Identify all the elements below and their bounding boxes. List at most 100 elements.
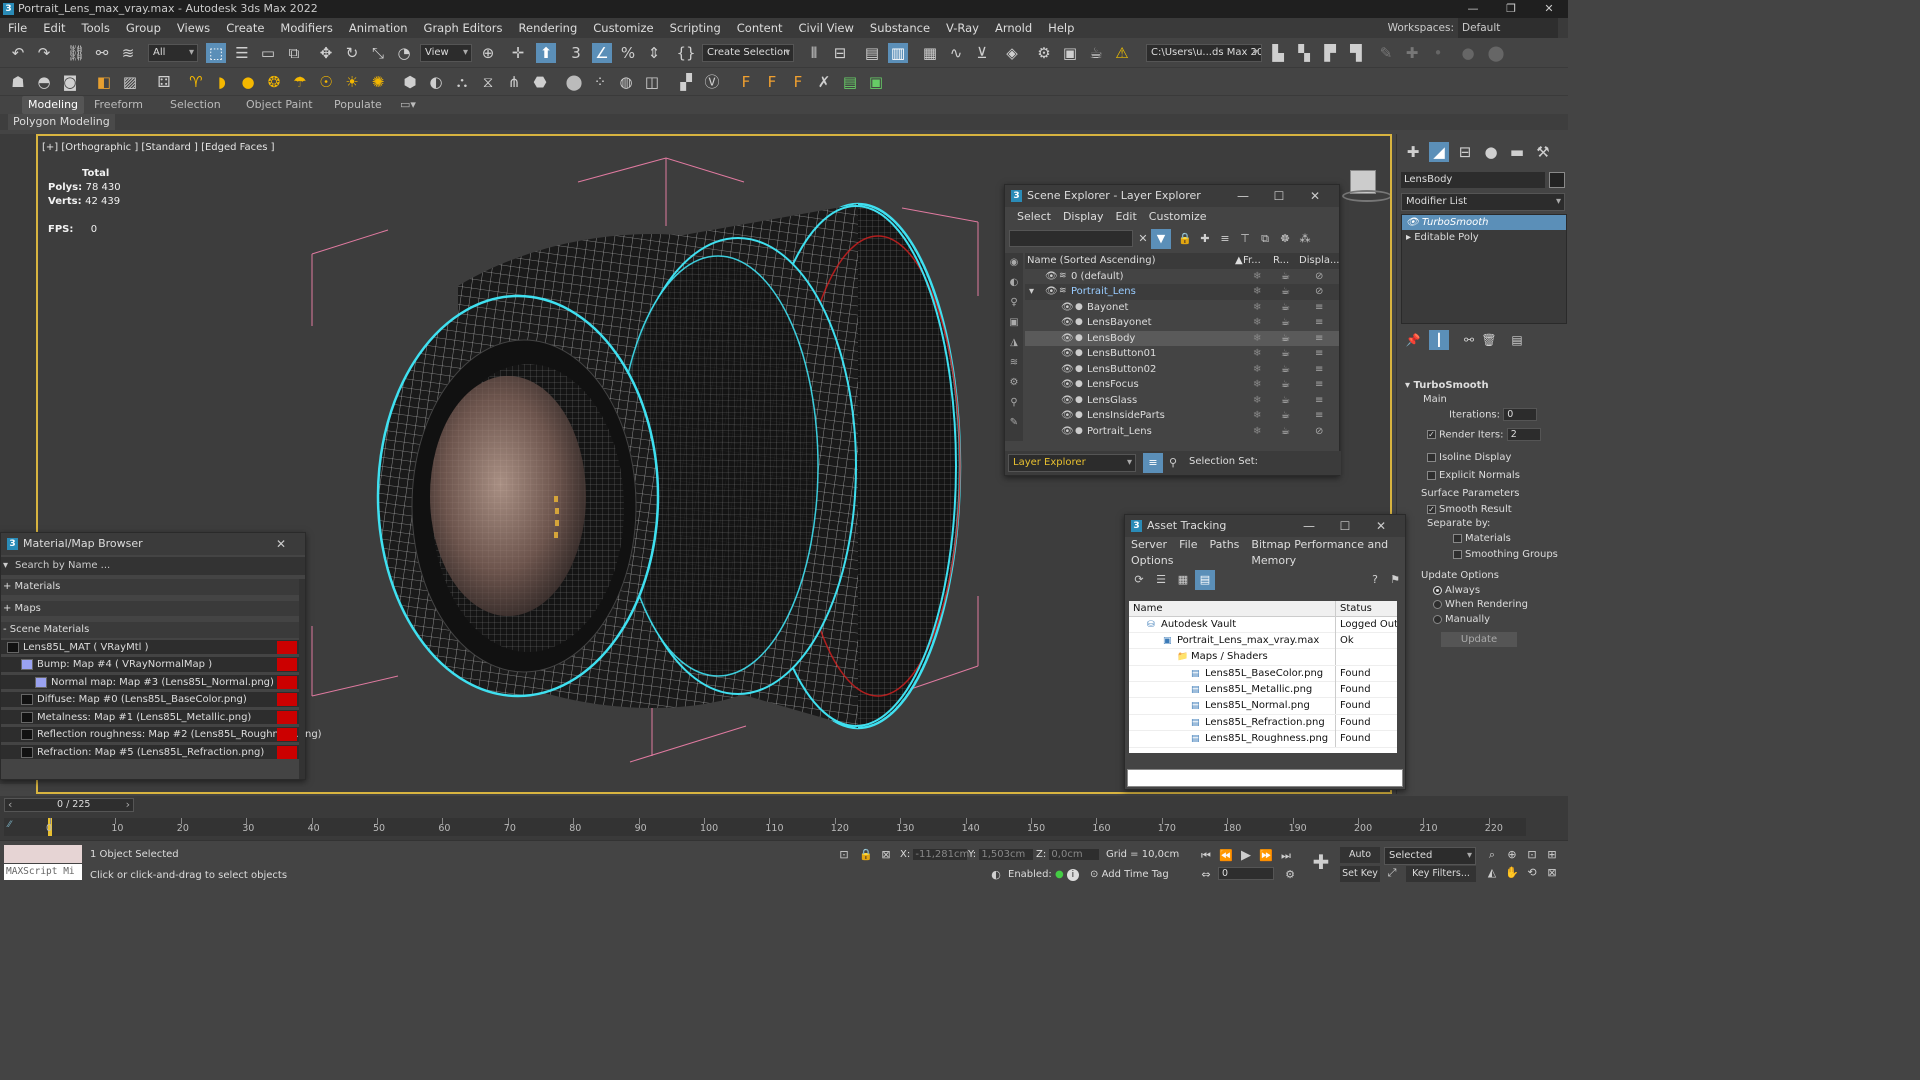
freeze-icon[interactable]: ❄ xyxy=(1253,331,1261,347)
arnold-alembic-icon[interactable]: ⛬ xyxy=(452,72,472,92)
render-teapot-icon[interactable]: ☕ xyxy=(1281,424,1290,440)
scene-explorer-search[interactable] xyxy=(1009,230,1133,247)
asset-row[interactable]: ▤ Lens85L_Normal.png Found xyxy=(1129,698,1397,715)
menu-edit[interactable]: Edit xyxy=(35,18,73,38)
display-tab-icon[interactable]: ▬ xyxy=(1507,142,1527,162)
utilities-tab-icon[interactable]: ⚒ xyxy=(1533,142,1553,162)
polygon-modeling-label[interactable]: Polygon Modeling xyxy=(8,114,115,130)
visibility-eye-icon[interactable]: 👁 xyxy=(1061,300,1074,316)
scene-explorer-titlebar[interactable]: 3 Scene Explorer - Layer Explorer — ☐ ✕ xyxy=(1005,185,1339,207)
manually-radio[interactable] xyxy=(1433,614,1442,624)
layers-icon[interactable]: ⧉ xyxy=(1255,229,1275,249)
set-key-button[interactable]: Set Key xyxy=(1340,866,1380,882)
asset-row[interactable]: ▤ Lens85L_Metallic.png Found xyxy=(1129,682,1397,699)
asset-row[interactable]: ▤ Lens85L_BaseColor.png Found xyxy=(1129,665,1397,683)
clear-search-icon[interactable]: ✕ xyxy=(1133,229,1153,249)
filter-icon[interactable]: ▼ xyxy=(1151,229,1171,249)
freeze-icon[interactable]: ❄ xyxy=(1253,269,1261,285)
menu-scripting[interactable]: Scripting xyxy=(662,18,729,38)
goto-end-icon[interactable]: ⏭ xyxy=(1276,846,1296,866)
arnold-shape-icon[interactable]: ⬢ xyxy=(400,72,420,92)
render-iters-spinner[interactable]: 2 xyxy=(1506,428,1541,441)
circle-large-icon[interactable]: ⬤ xyxy=(1486,43,1506,63)
material-tree-item[interactable]: Metalness: Map #1 (Lens85L_Metallic.png) xyxy=(1,709,301,725)
freeze-icon[interactable]: ❄ xyxy=(1253,300,1261,316)
display-layers-icon[interactable]: ≡ xyxy=(1315,408,1323,424)
visibility-eye-icon[interactable]: 👁 xyxy=(1061,346,1074,362)
render-teapot-icon[interactable]: ☕ xyxy=(1281,315,1290,331)
window-crossing-icon[interactable]: ⧉ xyxy=(284,43,304,63)
zoom-extents-all-icon[interactable]: ⊞ xyxy=(1542,845,1562,865)
display-layers-icon[interactable]: ⊘ xyxy=(1315,284,1323,300)
arnold-sky-icon[interactable]: ✺ xyxy=(368,72,388,92)
prev-key-icon[interactable]: ⏪ xyxy=(1216,846,1236,866)
menu-tools[interactable]: Tools xyxy=(74,18,118,38)
configure-modifier-sets-icon[interactable]: ▤ xyxy=(1507,330,1527,350)
object-color-swatch[interactable] xyxy=(1549,172,1565,188)
stack-item-editable-poly[interactable]: ▸ Editable Poly xyxy=(1402,230,1566,245)
display-layers-icon[interactable]: ≡ xyxy=(1315,377,1323,393)
layer-row[interactable]: 👁 ● Portrait_Lens ❄ ☕ ⊘ xyxy=(1025,424,1339,440)
tab-modeling[interactable]: Modeling xyxy=(22,96,85,114)
update-button[interactable]: Update xyxy=(1441,632,1517,647)
add-layer-icon[interactable]: ✚ xyxy=(1195,229,1215,249)
key-tangent-icon[interactable]: ⤢ xyxy=(1382,863,1402,883)
snap-toggle-icon[interactable]: 3 xyxy=(566,43,586,63)
se-menu-edit[interactable]: Edit xyxy=(1109,207,1142,227)
section-maps[interactable]: + Maps xyxy=(1,600,301,616)
orbit-icon[interactable]: ⟲ xyxy=(1522,863,1542,883)
menu-animation[interactable]: Animation xyxy=(341,18,416,38)
col-render[interactable]: R... xyxy=(1273,253,1289,269)
isolate-selection-icon[interactable]: ⊡ xyxy=(834,845,854,865)
menu-help[interactable]: Help xyxy=(1040,18,1082,38)
circle-icon[interactable]: ● xyxy=(1458,43,1478,63)
visibility-eye-icon[interactable]: 👁 xyxy=(1061,393,1074,409)
asset-row[interactable]: ▣ Portrait_Lens_max_vray.max Ok xyxy=(1129,632,1397,650)
key-filters-button[interactable]: Key Filters... xyxy=(1406,866,1476,882)
asset-row[interactable]: ▤ Lens85L_Refraction.png Found xyxy=(1129,714,1397,732)
add-time-tag[interactable]: ⊙ Add Time Tag xyxy=(1090,869,1169,880)
modifier-list-dropdown[interactable]: Modifier List xyxy=(1401,193,1565,211)
next-frame-arrow[interactable]: › xyxy=(126,798,130,811)
hierarchy-tab-icon[interactable]: ⊟ xyxy=(1455,142,1475,162)
refresh-icon[interactable]: ⟳ xyxy=(1129,570,1149,590)
render-teapot-icon[interactable]: ☕ xyxy=(1281,300,1290,316)
render-teapot-icon[interactable]: ☕ xyxy=(1281,393,1290,409)
material-slate-icon[interactable]: ◫ xyxy=(642,72,662,92)
brush-icon[interactable]: ✎ xyxy=(1376,43,1396,63)
remove-modifier-icon[interactable]: 🗑 xyxy=(1479,330,1499,350)
fp-icon[interactable]: F xyxy=(736,72,756,92)
maxscript-listener-top[interactable] xyxy=(4,845,82,863)
menu-views[interactable]: Views xyxy=(169,18,218,38)
col-freeze[interactable]: Fr... xyxy=(1243,253,1261,269)
col-asset-status[interactable]: Status xyxy=(1335,601,1372,617)
menu-create[interactable]: Create xyxy=(218,18,272,38)
asset-tracking-maximize[interactable]: ☐ xyxy=(1327,515,1363,537)
at-menu-item[interactable]: Paths xyxy=(1204,537,1246,553)
scale-icon[interactable]: ⤡ xyxy=(368,43,388,63)
coord-x-field[interactable]: -11,281cm xyxy=(913,849,969,860)
dot-icon[interactable]: • xyxy=(1428,43,1448,63)
time-slider[interactable]: ‹ 0 / 225 › xyxy=(4,798,134,812)
fx-icon[interactable]: ✗ xyxy=(814,72,834,92)
render-teapot-icon[interactable]: ☕ xyxy=(1281,408,1290,424)
layer-explorer-dropdown[interactable]: Layer Explorer xyxy=(1008,454,1136,472)
layer-row[interactable]: 👁 ● LensBody ❄ ☕ ≡ xyxy=(1025,330,1339,347)
workspace-dropdown[interactable]: Default xyxy=(1458,18,1558,38)
vray-proxy-icon[interactable]: ◧ xyxy=(94,72,114,92)
visibility-eye-icon[interactable]: 👁 xyxy=(1045,269,1058,285)
vray-logo-icon[interactable]: Ⓥ xyxy=(702,72,722,92)
keyboard-shortcut-override-icon[interactable]: ⬆ xyxy=(536,43,556,63)
material-editor-icon[interactable]: ◈ xyxy=(1002,43,1022,63)
explicit-normals-checkbox[interactable] xyxy=(1427,470,1436,480)
se-menu-select[interactable]: Select xyxy=(1011,207,1057,227)
green-panel-icon[interactable]: ▣ xyxy=(866,72,886,92)
menu-group[interactable]: Group xyxy=(118,18,169,38)
table-view-icon[interactable]: ▤ xyxy=(1195,570,1215,590)
time-config-icon[interactable]: ⚙ xyxy=(1280,865,1300,885)
isoline-checkbox[interactable] xyxy=(1427,452,1436,462)
material-browser-scrollbar[interactable] xyxy=(299,579,305,779)
menu-substance[interactable]: Substance xyxy=(862,18,938,38)
pin-stack-icon[interactable]: 📌 xyxy=(1403,330,1423,350)
freeze-icon[interactable]: ❄ xyxy=(1253,393,1261,409)
